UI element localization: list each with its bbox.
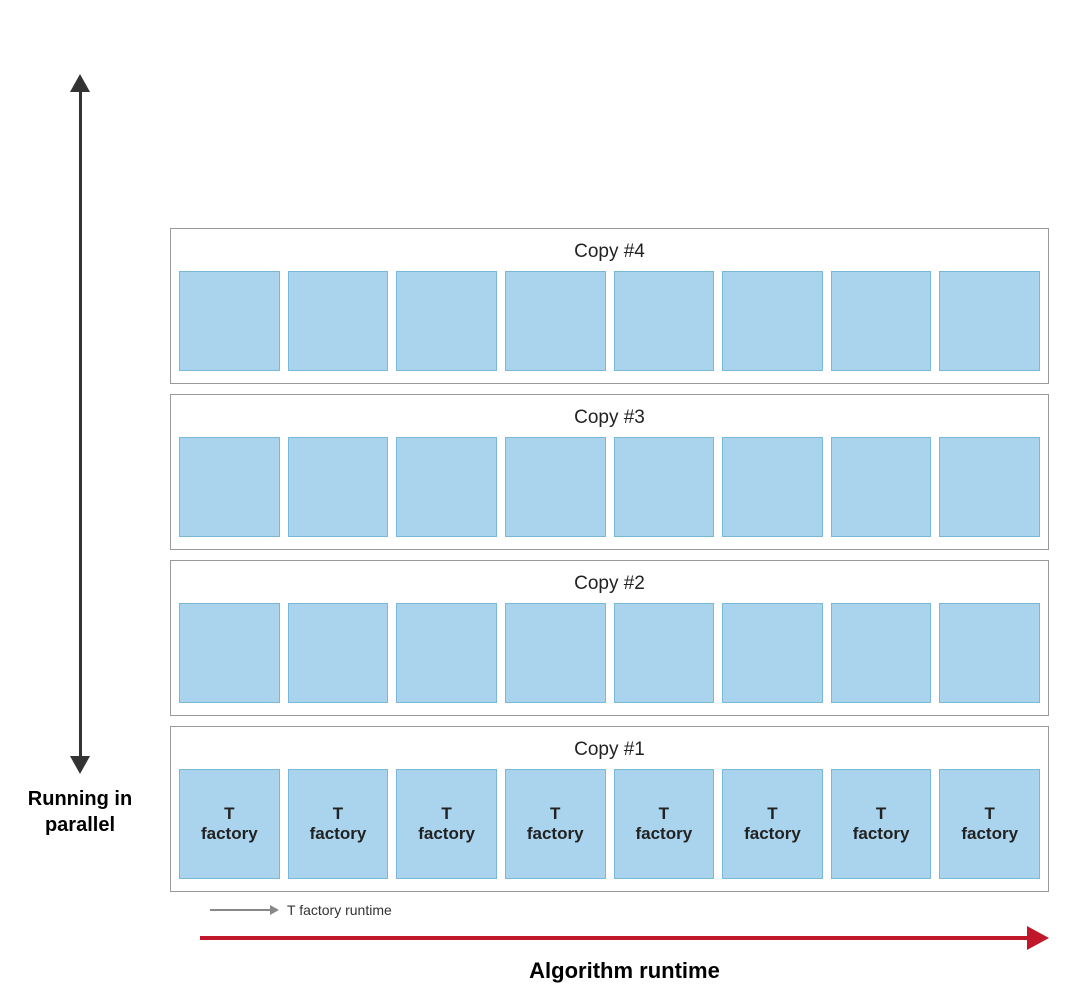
bottom-area: T factory runtime Algorithm runtime bbox=[0, 902, 1079, 994]
factory-box: T factory bbox=[722, 769, 823, 879]
t-label: T bbox=[333, 804, 343, 824]
factory-box bbox=[614, 437, 715, 537]
copy-group-4: Copy #4 bbox=[170, 228, 1049, 384]
parallel-label: Running in parallel bbox=[28, 786, 132, 838]
factory-label: factory bbox=[853, 824, 910, 844]
t-label: T bbox=[441, 804, 451, 824]
factory-row-3 bbox=[179, 437, 1040, 537]
arrow-up-icon bbox=[70, 74, 90, 92]
factory-box: T factory bbox=[614, 769, 715, 879]
factory-box: T factory bbox=[288, 769, 389, 879]
algo-arrow-head-icon bbox=[1027, 926, 1049, 950]
small-arrow-line bbox=[210, 909, 270, 911]
t-label: T bbox=[767, 804, 777, 824]
t-label: T bbox=[984, 804, 994, 824]
factory-box bbox=[939, 603, 1040, 703]
factory-box bbox=[179, 271, 280, 371]
factory-label: factory bbox=[310, 824, 367, 844]
factory-box: T factory bbox=[505, 769, 606, 879]
factory-row-2 bbox=[179, 603, 1040, 703]
factory-box bbox=[396, 437, 497, 537]
factory-box bbox=[939, 437, 1040, 537]
factory-label: factory bbox=[635, 824, 692, 844]
factory-box bbox=[505, 437, 606, 537]
factory-box: T factory bbox=[831, 769, 932, 879]
factory-box bbox=[396, 603, 497, 703]
factory-label: factory bbox=[744, 824, 801, 844]
factory-box bbox=[614, 603, 715, 703]
t-label: T bbox=[876, 804, 886, 824]
factory-box: T factory bbox=[179, 769, 280, 879]
copy-group-2: Copy #2 bbox=[170, 560, 1049, 716]
factory-box bbox=[288, 603, 389, 703]
factory-box bbox=[505, 603, 606, 703]
factory-row-1: T factory T factory T factory T factory bbox=[179, 769, 1040, 879]
t-label: T bbox=[659, 804, 669, 824]
vertical-arrow bbox=[70, 74, 90, 774]
factory-box bbox=[831, 437, 932, 537]
main-area: Running in parallel Copy #1 T factory T … bbox=[0, 0, 1079, 902]
factory-box bbox=[722, 271, 823, 371]
factory-box bbox=[288, 271, 389, 371]
factory-box bbox=[396, 271, 497, 371]
vertical-line bbox=[79, 92, 82, 756]
arrow-down-icon bbox=[70, 756, 90, 774]
factory-label: factory bbox=[961, 824, 1018, 844]
factory-box bbox=[179, 437, 280, 537]
factory-label: factory bbox=[201, 824, 258, 844]
copy-group-1: Copy #1 T factory T factory T factory bbox=[170, 726, 1049, 892]
t-label: T bbox=[224, 804, 234, 824]
factory-box bbox=[505, 271, 606, 371]
t-factory-runtime-label: T factory runtime bbox=[287, 902, 392, 918]
factory-label: factory bbox=[418, 824, 475, 844]
factory-box bbox=[179, 603, 280, 703]
t-factory-runtime-row: T factory runtime bbox=[200, 902, 1049, 918]
factory-label: factory bbox=[527, 824, 584, 844]
factory-box bbox=[831, 603, 932, 703]
t-label: T bbox=[550, 804, 560, 824]
factory-box: T factory bbox=[396, 769, 497, 879]
left-axis: Running in parallel bbox=[0, 10, 160, 902]
copies-area: Copy #1 T factory T factory T factory bbox=[160, 10, 1079, 902]
factory-box bbox=[831, 271, 932, 371]
factory-box bbox=[288, 437, 389, 537]
small-arrow-head-icon bbox=[270, 905, 279, 915]
copy-title-4: Copy #4 bbox=[179, 237, 1040, 263]
factory-box bbox=[939, 271, 1040, 371]
factory-box bbox=[722, 437, 823, 537]
factory-box bbox=[614, 271, 715, 371]
copy-title-2: Copy #2 bbox=[179, 569, 1040, 595]
diagram-wrapper: Running in parallel Copy #1 T factory T … bbox=[0, 0, 1079, 994]
algorithm-runtime-arrow bbox=[200, 926, 1049, 950]
factory-row-4 bbox=[179, 271, 1040, 371]
copy-group-3: Copy #3 bbox=[170, 394, 1049, 550]
algorithm-runtime-label: Algorithm runtime bbox=[200, 958, 1049, 984]
algo-arrow-line bbox=[200, 936, 1027, 940]
copy-title-3: Copy #3 bbox=[179, 403, 1040, 429]
t-factory-runtime-arrow bbox=[210, 905, 279, 915]
copy-title-1: Copy #1 bbox=[179, 735, 1040, 761]
factory-box: T factory bbox=[939, 769, 1040, 879]
factory-box bbox=[722, 603, 823, 703]
